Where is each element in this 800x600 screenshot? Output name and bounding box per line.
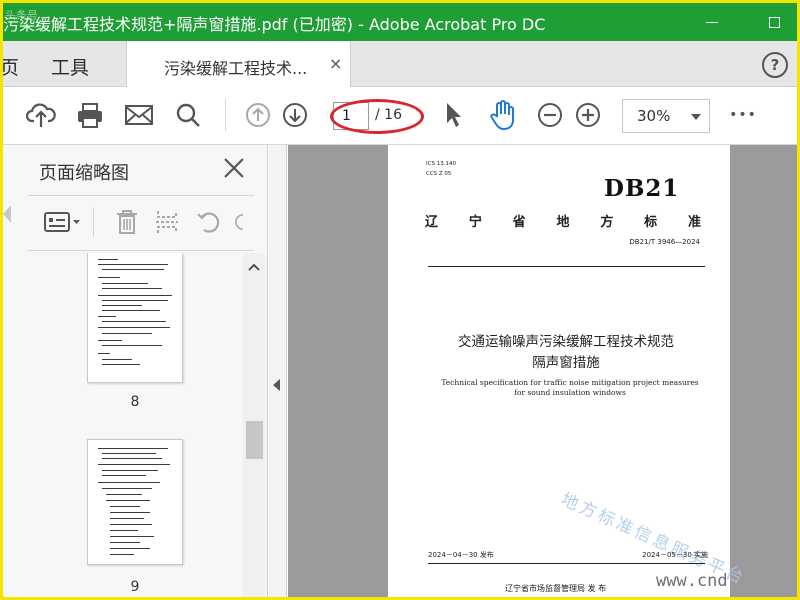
divider [428, 266, 705, 267]
heading-char: 宁 [468, 215, 482, 230]
zoom-in-icon[interactable] [570, 97, 606, 133]
site-watermark: www.cnd [656, 571, 728, 591]
search-icon[interactable] [170, 97, 206, 133]
publish-date: 2024－04－30 发布 [428, 551, 494, 559]
divider [28, 195, 254, 196]
page-thumbnails-panel: 页面缩略图 8 9 [3, 145, 268, 597]
select-cursor-icon[interactable] [435, 97, 471, 133]
document-title-english: Technical specification for traffic nois… [441, 378, 699, 397]
zoom-out-icon[interactable] [532, 97, 568, 133]
help-button[interactable]: ? [762, 52, 788, 78]
mail-icon[interactable] [121, 97, 157, 133]
implement-date: 2024－05－30 实施 [642, 551, 708, 559]
heading-char: 标 [644, 215, 658, 230]
document-viewport[interactable]: ICS 13.140 CCS Z 05 DB21 辽 宁 省 地 方 标 准 D… [288, 145, 797, 597]
panel-collapse-strip[interactable] [269, 145, 287, 597]
print-icon[interactable] [72, 97, 108, 133]
thumbnail-page-number: 8 [130, 394, 140, 410]
panel-pointer [3, 205, 11, 223]
more-icon[interactable]: ••• [725, 97, 761, 133]
title-bar: 污染缓解工程技术规范+隔声窗措施.pdf (已加密) - Adobe Acrob… [3, 3, 797, 41]
page-thumbnail[interactable] [87, 253, 183, 383]
ics-code: ICS 13.140 [426, 161, 456, 167]
divider [28, 250, 254, 251]
thumbnail-scrollbar[interactable] [243, 253, 265, 597]
page-up-icon[interactable] [240, 97, 276, 133]
corner-watermark: 头条号 [5, 9, 38, 22]
rotate-ccw-icon[interactable] [192, 205, 226, 239]
zoom-select[interactable]: 30% [622, 99, 710, 133]
standard-number: DB21/T 3946—2024 [629, 238, 700, 246]
delete-page-icon[interactable] [110, 205, 144, 239]
heading-char: 省 [512, 215, 526, 230]
thumbnail-list: 8 9 [28, 253, 241, 597]
acrobat-window: 污染缓解工程技术规范+隔声窗措施.pdf (已加密) - Adobe Acrob… [3, 3, 797, 597]
rotate-cw-icon[interactable] [233, 205, 253, 239]
minimize-button[interactable] [689, 3, 735, 41]
maximize-icon [768, 16, 780, 28]
thumbnail-options-icon[interactable] [41, 205, 85, 239]
divider [93, 207, 94, 237]
province-standard-heading: 辽 宁 省 地 方 标 准 [425, 211, 701, 230]
collapse-arrow-icon[interactable] [273, 379, 280, 391]
close-tab-icon[interactable]: × [329, 54, 342, 73]
page-down-icon[interactable] [277, 97, 313, 133]
document-title: 交通运输噪声污染缓解工程技术规范 [458, 334, 674, 350]
heading-char: 地 [556, 215, 570, 230]
heading-char: 辽 [425, 215, 439, 230]
document-subtitle: 隔声窗措施 [532, 355, 600, 371]
thumbnail-page-number: 9 [130, 579, 140, 595]
window-title: 污染缓解工程技术规范+隔声窗措施.pdf (已加密) - Adobe Acrob… [3, 15, 546, 34]
issuing-authority: 辽宁省市场监督管理局 发 布 [505, 584, 607, 593]
chevron-up-icon[interactable] [247, 259, 261, 273]
scrollbar-thumb[interactable] [246, 421, 263, 459]
tab-bar: 页 工具 污染缓解工程技术... × ? [3, 41, 797, 87]
maximize-button[interactable] [751, 3, 797, 41]
chevron-down-icon [691, 114, 701, 120]
tab-home[interactable]: 页 [3, 53, 19, 80]
heading-char: 准 [687, 215, 701, 230]
panel-title: 页面缩略图 [39, 163, 129, 184]
toolbar-divider [225, 99, 226, 131]
highlight-annotation-ellipse [330, 99, 424, 134]
zoom-value: 30% [637, 107, 671, 125]
page-thumbnail[interactable] [87, 439, 183, 565]
tab-document[interactable]: 污染缓解工程技术... × [126, 41, 351, 87]
divider [428, 563, 705, 564]
tab-tools[interactable]: 工具 [51, 53, 89, 80]
minimize-icon [706, 21, 718, 23]
db-logo: DB21 [604, 175, 680, 202]
close-panel-icon[interactable] [221, 155, 247, 181]
pdf-page: ICS 13.140 CCS Z 05 DB21 辽 宁 省 地 方 标 准 D… [388, 145, 749, 597]
extract-page-icon[interactable] [150, 205, 184, 239]
heading-char: 方 [600, 215, 614, 230]
hand-tool-icon[interactable] [485, 97, 521, 133]
ccs-code: CCS Z 05 [426, 171, 452, 177]
upload-cloud-icon[interactable] [23, 97, 59, 133]
document-tab-label: 污染缓解工程技术... [164, 59, 308, 78]
